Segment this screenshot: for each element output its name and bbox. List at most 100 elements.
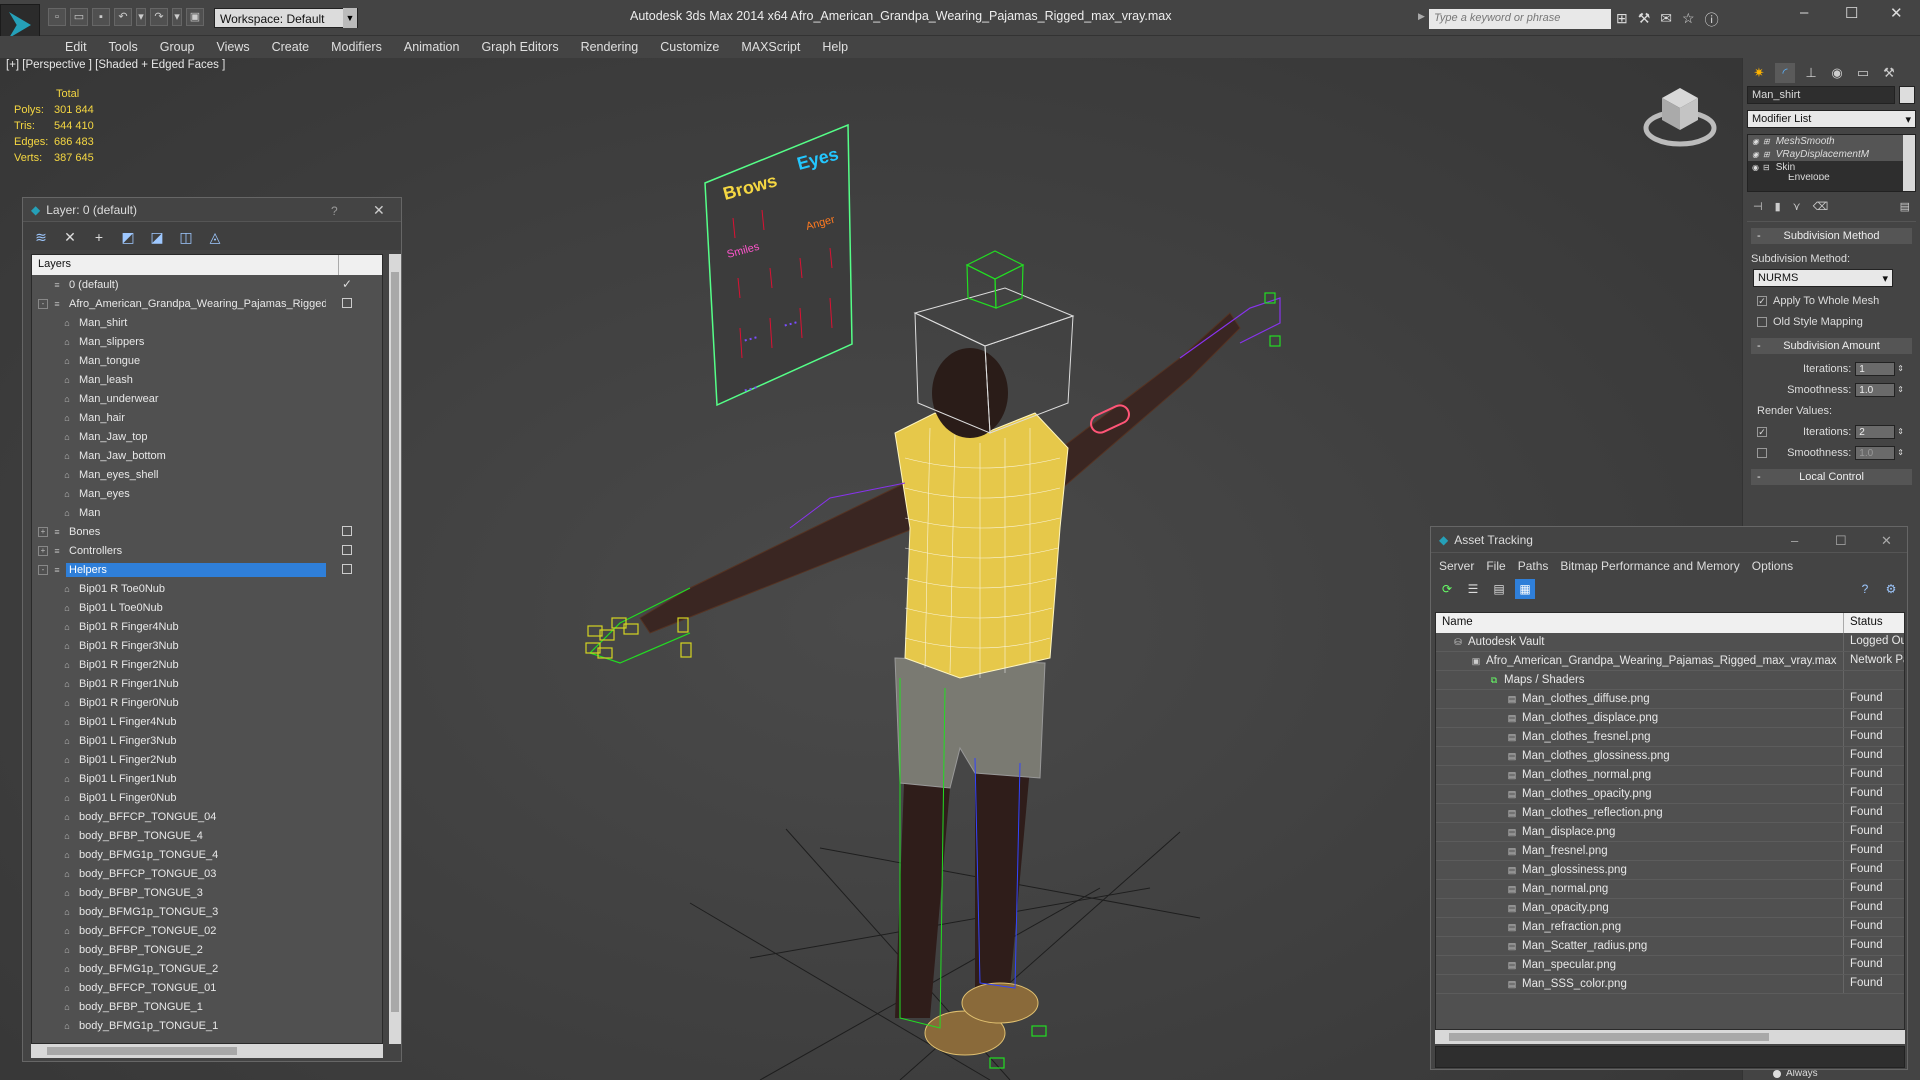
asset-row[interactable]: ⛁ Autodesk Vault Logged Ou (1436, 633, 1904, 652)
expand-icon[interactable]: + (38, 545, 48, 556)
layer-object-row[interactable]: ⌂ body_BFMG1p_TONGUE_2 (32, 959, 382, 978)
modifier-toggle-icon[interactable]: ◉ (1752, 163, 1759, 172)
spinner-arrows-icon[interactable]: ⇕ (1897, 364, 1904, 373)
status-column-header[interactable]: Status (1844, 613, 1889, 633)
asset-row[interactable]: ▤ Man_clothes_fresnel.png Found (1436, 728, 1904, 747)
expand-icon[interactable]: + (38, 526, 48, 537)
facial-control-board[interactable]: Brows Eyes Smiles Anger ▪ ▪ ▪ ▪ ▪ ▪ ▪ ▪ … (704, 123, 853, 407)
workspace-dropdown-icon[interactable]: ▼ (343, 8, 357, 28)
tree-view-icon[interactable]: ▤ (1489, 579, 1509, 599)
asset-row[interactable]: ▤ Man_Scatter_radius.png Found (1436, 937, 1904, 956)
iterations-spinner[interactable]: 1 (1855, 361, 1896, 376)
hide-toggle-checkbox[interactable] (342, 526, 352, 536)
communication-icon[interactable]: ✉ (1660, 10, 1672, 30)
asset-row[interactable]: ▤ Man_refraction.png Found (1436, 918, 1904, 937)
layer-object-row[interactable]: ⌂ Man_tongue (32, 351, 382, 370)
layer-object-row[interactable]: ⌂ body_BFFCP_TONGUE_03 (32, 864, 382, 883)
refresh-icon[interactable]: ⟳ (1437, 579, 1457, 599)
layer-row[interactable]: - ≡ Afro_American_Grandpa_Wearing_Pajamas_… (32, 294, 382, 313)
radio-icon[interactable] (1773, 1069, 1781, 1078)
layer-object-row[interactable]: ⌂ Bip01 R Finger3Nub (32, 636, 382, 655)
layer-object-row[interactable]: ⌂ Man_Jaw_bottom (32, 446, 382, 465)
asset-row[interactable]: ▤ Man_SSS_color.png Found (1436, 975, 1904, 994)
hide-toggle-checkbox[interactable] (342, 545, 352, 555)
layer-object-row[interactable]: ⌂ Bip01 R Toe0Nub (32, 579, 382, 598)
layer-row[interactable]: ≡ 0 (default) ✓ (32, 275, 382, 294)
subdivision-method-dropdown[interactable]: NURMS ▾ (1753, 269, 1893, 287)
layer-object-row[interactable]: ⌂ body_BFBP_TONGUE_4 (32, 826, 382, 845)
layer-object-row[interactable]: ⌂ Bip01 L Finger1Nub (32, 769, 382, 788)
layer-object-row[interactable]: ⌂ body_BFBP_TONGUE_1 (32, 997, 382, 1016)
subdivision-amount-rollout[interactable]: Subdivision Amount (1751, 338, 1912, 354)
asset-row[interactable]: ⧉ Maps / Shaders (1436, 671, 1904, 690)
collapse-icon[interactable]: - (38, 298, 48, 309)
menu-customize[interactable]: Customize (649, 36, 730, 58)
name-column-header[interactable]: Name (1436, 613, 1844, 633)
display-tab-icon[interactable]: ▭ (1853, 63, 1873, 83)
layer-object-row[interactable]: ⌂ Bip01 L Finger2Nub (32, 750, 382, 769)
list-view-icon[interactable]: ☰ (1463, 579, 1483, 599)
layer-object-row[interactable]: ⌂ body_BFBP_TONGUE_3 (32, 883, 382, 902)
hierarchy-tab-icon[interactable]: ⊥ (1801, 63, 1821, 83)
modifier-stack-item[interactable]: ◉ ⊞ VRayDisplacementM (1748, 148, 1915, 161)
help-button[interactable]: ? (331, 204, 338, 218)
asset-row[interactable]: ▤ Man_clothes_opacity.png Found (1436, 785, 1904, 804)
subdivision-method-rollout[interactable]: Subdivision Method (1751, 228, 1912, 244)
asset-table[interactable]: Name Status ⛁ Autodesk Vault Logged Ou ▣ Afr… (1435, 612, 1905, 1030)
redo-icon[interactable]: ↷ (150, 8, 168, 26)
configure-sets-icon[interactable]: ▤ (1900, 200, 1910, 213)
save-icon[interactable]: ▪ (92, 8, 110, 26)
modifier-expand-icon[interactable]: ⊞ (1763, 137, 1770, 146)
pin-stack-icon[interactable]: ⊣ (1753, 200, 1763, 213)
layers-column-header[interactable]: Layers (32, 255, 382, 275)
select-in-layer-icon[interactable]: ◩ (118, 228, 138, 246)
create-tab-icon[interactable]: ✷ (1749, 63, 1769, 83)
close-icon[interactable]: ✕ (1890, 4, 1903, 22)
current-layer-checkmark-icon[interactable]: ✓ (342, 278, 352, 290)
layer-tree[interactable]: Layers ≡ 0 (default) ✓ - ≡ Afro_American_Gran… (31, 254, 383, 1044)
layer-object-row[interactable]: ⌂ Man_leash (32, 370, 382, 389)
layer-object-row[interactable]: ⌂ body_BFBP_TONGUE_2 (32, 940, 382, 959)
favorites-icon[interactable]: ☆ (1682, 10, 1695, 30)
workspace-selector[interactable]: Workspace: Default (214, 8, 358, 28)
asset-row[interactable]: ▤ Man_fresnel.png Found (1436, 842, 1904, 861)
layer-object-row[interactable]: ⌂ Bip01 L Finger0Nub (32, 788, 382, 807)
subscription-icon[interactable]: ⚒ (1638, 10, 1651, 30)
hide-toggle-checkbox[interactable] (342, 564, 352, 574)
scroll-thumb[interactable] (47, 1047, 237, 1055)
layer-object-row[interactable]: ⌂ Bip01 R Finger0Nub (32, 693, 382, 712)
asset-row[interactable]: ▤ Man_specular.png Found (1436, 956, 1904, 975)
scroll-thumb[interactable] (1449, 1033, 1769, 1041)
freeze-all-layers-icon[interactable]: ◬ (205, 228, 225, 246)
maximize-icon[interactable]: ☐ (1835, 533, 1847, 549)
undo-icon[interactable]: ↶ (114, 8, 132, 26)
motion-tab-icon[interactable]: ◉ (1827, 63, 1847, 83)
layer-object-row[interactable]: ⌂ Bip01 L Finger3Nub (32, 731, 382, 750)
layer-object-row[interactable]: ⌂ Man_hair (32, 408, 382, 427)
modifier-toggle-icon[interactable]: ◉ (1752, 137, 1759, 146)
layer-row[interactable]: + ≡ Controllers (32, 541, 382, 560)
make-unique-icon[interactable]: ⋎ (1793, 200, 1801, 213)
layer-horizontal-scrollbar[interactable] (31, 1044, 383, 1058)
render-smoothness-spinner[interactable]: 1.0 (1855, 445, 1896, 460)
layer-object-row[interactable]: ⌂ Man_eyes_shell (32, 465, 382, 484)
undo-dropdown-icon[interactable]: ▾ (136, 8, 146, 26)
layer-panel-titlebar[interactable]: ◆ Layer: 0 (default) ? ✕ (23, 198, 401, 222)
utilities-tab-icon[interactable]: ⚒ (1879, 63, 1899, 83)
delete-layer-icon[interactable]: ✕ (60, 228, 80, 246)
minimize-icon[interactable]: – (1791, 533, 1798, 548)
menu-rendering[interactable]: Rendering (570, 36, 650, 58)
asset-row[interactable]: ▤ Man_clothes_glossiness.png Found (1436, 747, 1904, 766)
modifier-toggle-icon[interactable]: ◉ (1752, 150, 1759, 159)
object-color-swatch[interactable] (1899, 86, 1915, 104)
hide-toggle-checkbox[interactable] (342, 298, 352, 308)
modifier-stack-item[interactable]: ◉ ⊟ Skin (1748, 161, 1915, 174)
menu-views[interactable]: Views (205, 36, 260, 58)
modifier-stack-item[interactable]: ◉ ⊞ MeshSmooth (1748, 135, 1915, 148)
asset-row[interactable]: ▤ Man_clothes_reflection.png Found (1436, 804, 1904, 823)
render-smoothness-checkbox[interactable] (1757, 447, 1767, 458)
settings-icon[interactable]: ⚙ (1881, 579, 1901, 599)
new-file-icon[interactable]: ▫ (48, 8, 66, 26)
modifier-stack-scrollbar[interactable] (1903, 135, 1915, 191)
layer-object-row[interactable]: ⌂ body_BFFCP_TONGUE_02 (32, 921, 382, 940)
